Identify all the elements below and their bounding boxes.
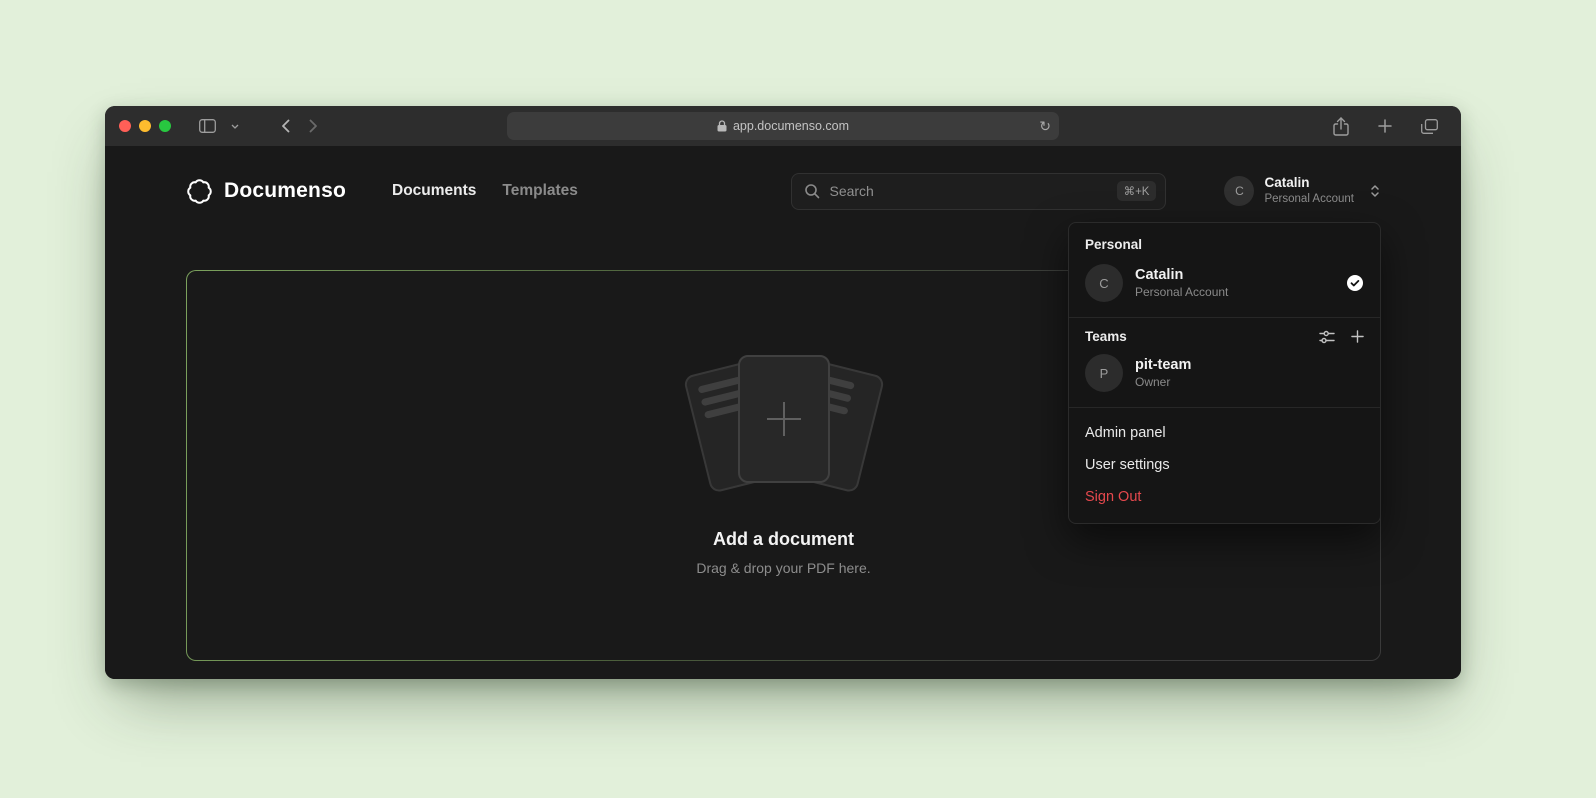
chevron-down-icon xyxy=(231,124,239,129)
nav-templates[interactable]: Templates xyxy=(502,182,578,200)
browser-titlebar: app.documenso.com ↻ xyxy=(105,106,1461,146)
account-avatar: C xyxy=(1224,176,1254,206)
account-type: Personal Account xyxy=(1264,192,1354,206)
team-name: pit-team xyxy=(1135,356,1191,375)
dropzone-subtitle: Drag & drop your PDF here. xyxy=(696,560,870,576)
menu-item-user-settings[interactable]: User settings xyxy=(1069,449,1380,481)
team-text: pit-team Owner xyxy=(1135,356,1191,390)
minimize-window-button[interactable] xyxy=(139,120,151,132)
menu-divider xyxy=(1069,317,1380,318)
browser-window: app.documenso.com ↻ Documenso xyxy=(105,106,1461,679)
personal-avatar: C xyxy=(1085,264,1123,302)
url-text: app.documenso.com xyxy=(733,119,849,133)
search-input[interactable] xyxy=(829,183,1107,199)
account-text: Catalin Personal Account xyxy=(1264,175,1354,206)
dropzone-title: Add a document xyxy=(713,529,854,550)
document-card-add xyxy=(738,355,830,483)
nav-documents[interactable]: Documents xyxy=(392,182,476,200)
create-team-button[interactable] xyxy=(1351,330,1364,343)
sidebar-chevron-button[interactable] xyxy=(223,113,247,139)
share-button[interactable] xyxy=(1329,113,1353,139)
personal-section-label: Personal xyxy=(1069,231,1380,258)
search-icon xyxy=(804,183,820,199)
back-button[interactable] xyxy=(273,113,297,139)
account-menu-button[interactable]: C Catalin Personal Account xyxy=(1224,175,1380,206)
teams-section-label: Teams xyxy=(1085,329,1127,344)
teams-actions xyxy=(1319,330,1364,344)
documents-illustration xyxy=(674,351,894,503)
personal-account-text: Catalin Personal Account xyxy=(1135,266,1228,300)
plus-icon xyxy=(1351,330,1364,343)
search-box[interactable]: ⌘+K xyxy=(791,173,1166,210)
documenso-logo-icon xyxy=(186,178,213,205)
reload-icon: ↻ xyxy=(1039,118,1051,135)
plus-icon xyxy=(1378,119,1392,133)
chevron-right-icon xyxy=(309,119,318,133)
tab-overview-icon xyxy=(1421,119,1438,134)
plus-icon xyxy=(783,402,785,436)
personal-name: Catalin xyxy=(1135,266,1228,285)
team-item[interactable]: P pit-team Owner xyxy=(1069,348,1380,398)
chevrons-up-down-icon xyxy=(1370,184,1380,198)
team-role: Owner xyxy=(1135,375,1191,391)
main-nav: Documents Templates xyxy=(392,182,578,200)
sidebar-toggle-button[interactable] xyxy=(195,113,219,139)
menu-item-admin-panel[interactable]: Admin panel xyxy=(1069,417,1380,449)
manage-teams-button[interactable] xyxy=(1319,330,1335,344)
menu-item-sign-out[interactable]: Sign Out xyxy=(1069,481,1380,513)
app-page: Documenso Documents Templates ⌘+K C Cata… xyxy=(105,146,1461,679)
brand-name: Documenso xyxy=(224,179,346,203)
personal-type: Personal Account xyxy=(1135,285,1228,301)
sidebar-icon xyxy=(199,119,216,133)
reload-button[interactable]: ↻ xyxy=(1039,112,1051,140)
chevron-left-icon xyxy=(281,119,290,133)
menu-divider xyxy=(1069,407,1380,408)
share-icon xyxy=(1333,117,1349,136)
close-window-button[interactable] xyxy=(119,120,131,132)
address-bar[interactable]: app.documenso.com ↻ xyxy=(507,112,1059,140)
titlebar-right-actions xyxy=(1329,113,1447,139)
new-tab-button[interactable] xyxy=(1373,113,1397,139)
zoom-window-button[interactable] xyxy=(159,120,171,132)
teams-section-header: Teams xyxy=(1069,327,1380,348)
lock-icon xyxy=(717,120,727,132)
personal-account-item[interactable]: C Catalin Personal Account xyxy=(1069,258,1380,308)
sliders-icon xyxy=(1319,330,1335,344)
account-dropdown-menu: Personal C Catalin Personal Account Team… xyxy=(1068,222,1381,524)
search-shortcut-badge: ⌘+K xyxy=(1117,181,1157,201)
traffic-lights xyxy=(119,120,171,132)
selected-check-icon xyxy=(1346,274,1364,292)
team-avatar: P xyxy=(1085,354,1123,392)
tab-overview-button[interactable] xyxy=(1417,113,1441,139)
forward-button[interactable] xyxy=(301,113,325,139)
brand-logo[interactable]: Documenso xyxy=(186,178,346,205)
account-name: Catalin xyxy=(1264,175,1354,192)
